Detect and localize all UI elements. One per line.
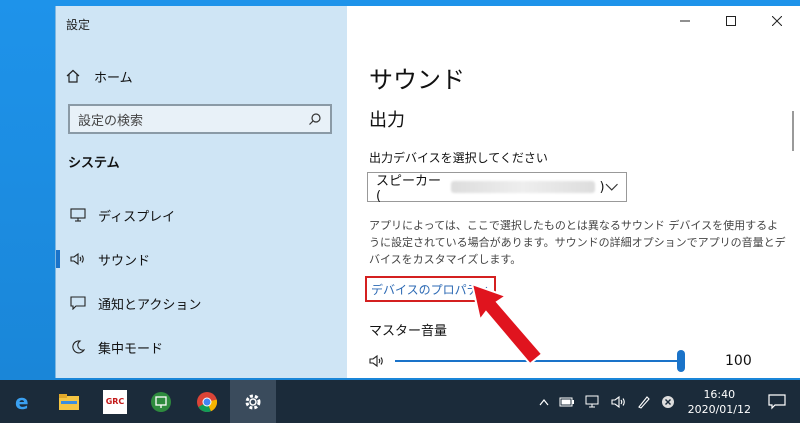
system-tray: 16:40 2020/01/12 [534, 380, 800, 423]
output-device-dropdown[interactable]: スピーカー ( ) [367, 172, 627, 204]
clock-date: 2020/01/12 [687, 402, 751, 416]
taskbar: e GRC 16:40 2020/01/12 [0, 380, 800, 423]
home-nav-item[interactable]: ホーム [66, 66, 133, 86]
chevron-down-icon [605, 183, 618, 191]
volume-tray-icon[interactable] [611, 395, 627, 409]
svg-text:e: e [15, 391, 29, 413]
search-placeholder: 設定の検索 [78, 113, 144, 129]
close-circle-icon[interactable] [661, 395, 675, 409]
sidebar-section-title: システム [68, 156, 120, 171]
sidebar-item-sound[interactable]: サウンド [56, 244, 347, 274]
network-icon[interactable] [585, 395, 601, 409]
sidebar-item-focus[interactable]: 集中モード [56, 332, 347, 362]
sidebar-item-display[interactable]: ディスプレイ [56, 200, 347, 230]
minimize-icon [680, 20, 690, 22]
chrome-icon[interactable] [184, 380, 230, 423]
file-explorer-icon[interactable] [46, 380, 92, 423]
home-label: ホーム [94, 70, 133, 86]
close-button[interactable] [754, 6, 800, 36]
taskbar-clock[interactable]: 16:40 2020/01/12 [688, 387, 751, 417]
speaker-icon [68, 252, 88, 266]
settings-sidebar: 設定 ホーム 設定の検索 システム ディスプレイ サウンド 通知とアクション 集… [56, 6, 347, 378]
page-title: サウンド [369, 66, 465, 94]
settings-search-input[interactable]: 設定の検索 [68, 104, 332, 134]
maximize-button[interactable] [708, 6, 754, 36]
device-name-redacted [451, 181, 596, 193]
ggc-app-icon[interactable]: GRC [92, 380, 138, 423]
sidebar-item-label: ディスプレイ [98, 209, 176, 225]
master-volume-row: 100 [369, 350, 779, 372]
notification-icon[interactable] [768, 393, 786, 410]
sidebar-item-label: 集中モード [98, 341, 164, 357]
sound-settings-pane: サウンド 出力 出力デバイスを選択してください スピーカー ( ) アプリによっ… [347, 6, 800, 378]
sidebar-item-label: サウンド [98, 253, 151, 269]
sidebar-item-notifications[interactable]: 通知とアクション [56, 288, 347, 318]
red-arrow-annotation [470, 282, 544, 366]
device-name-prefix: スピーカー ( [376, 174, 442, 204]
output-section-title: 出力 [369, 110, 405, 131]
pen-icon[interactable] [637, 395, 651, 409]
message-icon [68, 296, 88, 310]
scrollbar[interactable] [792, 111, 794, 151]
presentation-app-icon[interactable] [138, 380, 184, 423]
volume-slider-thumb[interactable] [677, 350, 685, 372]
moon-icon [68, 340, 88, 354]
search-icon [309, 113, 321, 125]
sidebar-item-label: 通知とアクション [98, 297, 202, 313]
window-controls [662, 6, 800, 36]
clock-time: 16:40 [703, 387, 736, 401]
output-description: アプリによっては、ここで選択したものとは異なるサウンド デバイスを使用するように… [369, 219, 786, 266]
ggc-app-label: GRC [103, 389, 127, 414]
master-volume-label: マスター音量 [369, 324, 448, 339]
output-device-label: 出力デバイスを選択してください [369, 151, 548, 165]
volume-icon[interactable] [369, 354, 387, 368]
maximize-icon [726, 16, 736, 26]
settings-window: 設定 ホーム 設定の検索 システム ディスプレイ サウンド 通知とアクション 集… [55, 6, 800, 378]
volume-value: 100 [725, 353, 752, 369]
close-icon [772, 16, 782, 26]
minimize-button[interactable] [662, 6, 708, 36]
window-title: 設定 [66, 18, 91, 32]
monitor-icon [68, 208, 88, 222]
edge-icon[interactable]: e [0, 380, 46, 423]
chevron-up-icon[interactable] [539, 398, 549, 406]
home-icon [66, 69, 80, 83]
battery-icon[interactable] [559, 397, 575, 407]
settings-icon[interactable] [230, 380, 276, 423]
